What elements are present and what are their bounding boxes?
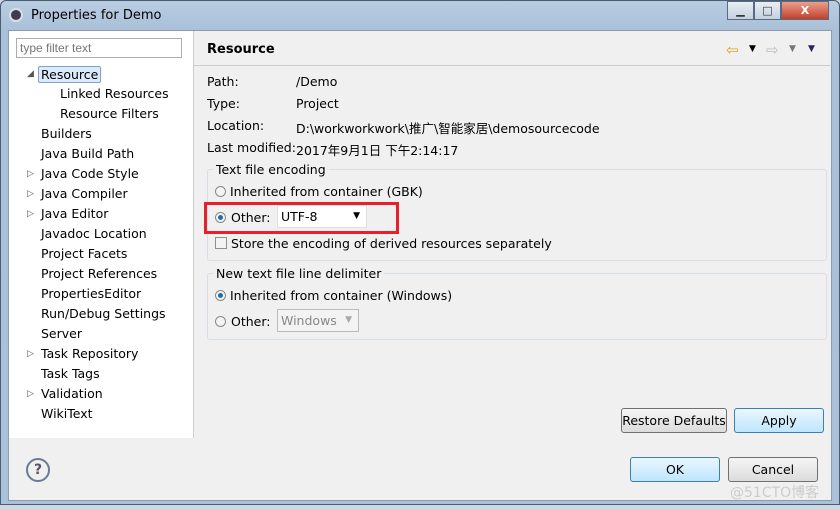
help-icon[interactable]: ? bbox=[26, 458, 50, 482]
collapsed-arrow-icon[interactable]: ▷ bbox=[27, 189, 34, 199]
restore-defaults-button[interactable]: Restore Defaults bbox=[621, 408, 727, 433]
tree-item[interactable]: WikiText bbox=[41, 406, 93, 421]
delimiter-other-label: Other: bbox=[231, 314, 271, 329]
minimize-button[interactable]: ▁ bbox=[727, 1, 754, 20]
close-button[interactable]: X bbox=[781, 1, 829, 20]
tree-item[interactable]: Java Compiler bbox=[41, 186, 128, 201]
info-label: Location: bbox=[207, 118, 265, 133]
tree-item[interactable]: Validation bbox=[41, 386, 103, 401]
delimiter-inherited-label: Inherited from container (Windows) bbox=[230, 288, 453, 303]
info-label: Path: bbox=[207, 74, 239, 89]
tree-item[interactable]: Project References bbox=[41, 266, 157, 281]
filter-input[interactable] bbox=[16, 38, 182, 58]
collapsed-arrow-icon[interactable]: ▷ bbox=[27, 209, 34, 219]
store-derived-checkbox[interactable] bbox=[215, 237, 227, 249]
info-value: D:\workworkwork\推广\智能家居\demosourcecode bbox=[296, 121, 600, 136]
view-menu-icon[interactable]: ▼ bbox=[808, 44, 815, 54]
highlight-box bbox=[204, 202, 399, 234]
chevron-down-icon: ▼ bbox=[345, 315, 352, 325]
info-value: /Demo bbox=[296, 74, 338, 89]
collapsed-arrow-icon[interactable]: ▷ bbox=[27, 169, 34, 179]
header-divider bbox=[194, 65, 830, 66]
delimiter-legend: New text file line delimiter bbox=[213, 266, 385, 281]
encoding-inherited-label: Inherited from container (GBK) bbox=[230, 184, 423, 199]
tree-item[interactable]: Builders bbox=[41, 126, 92, 141]
back-arrow-icon[interactable]: ⇦ bbox=[726, 41, 739, 59]
forward-menu-icon[interactable]: ▼ bbox=[789, 44, 796, 54]
store-derived-label: Store the encoding of derived resources … bbox=[231, 236, 552, 251]
ok-button[interactable]: OK bbox=[630, 457, 720, 482]
forward-arrow-icon[interactable]: ⇨ bbox=[766, 41, 779, 59]
eclipse-app-icon bbox=[9, 8, 23, 22]
tree-item[interactable]: Linked Resources bbox=[60, 86, 169, 101]
info-value: 2017年9月1日 下午2:14:17 bbox=[296, 143, 459, 158]
back-menu-icon[interactable]: ▼ bbox=[749, 44, 756, 54]
delimiter-select[interactable]: Windows ▼ bbox=[277, 309, 359, 332]
info-label: Type: bbox=[207, 96, 240, 111]
info-value: Project bbox=[296, 96, 339, 111]
tree-item[interactable]: Javadoc Location bbox=[41, 226, 147, 241]
tree-item[interactable]: Java Build Path bbox=[41, 146, 134, 161]
info-label: Last modified: bbox=[207, 140, 296, 155]
collapsed-arrow-icon[interactable]: ▷ bbox=[27, 389, 34, 399]
tree-item[interactable]: Resource Filters bbox=[60, 106, 159, 121]
tree-item[interactable]: Java Code Style bbox=[41, 166, 139, 181]
window-title: Properties for Demo bbox=[31, 8, 162, 23]
tree-item[interactable]: PropertiesEditor bbox=[41, 286, 141, 301]
apply-button[interactable]: Apply bbox=[734, 408, 824, 433]
tree-item[interactable]: Project Facets bbox=[41, 246, 127, 261]
tree-item[interactable]: Resource bbox=[38, 66, 102, 83]
tree-item[interactable]: Java Editor bbox=[41, 206, 108, 221]
delimiter-inherited-radio[interactable] bbox=[215, 290, 226, 301]
tree-item[interactable]: Task Repository bbox=[41, 346, 138, 361]
tree-item[interactable]: Task Tags bbox=[41, 366, 100, 381]
expanded-arrow-icon[interactable]: ◢ bbox=[27, 69, 34, 79]
delimiter-select-value: Windows bbox=[281, 313, 337, 328]
encoding-legend: Text file encoding bbox=[213, 162, 329, 177]
maximize-button[interactable]: □ bbox=[754, 1, 781, 20]
cancel-button[interactable]: Cancel bbox=[728, 457, 818, 482]
page-title: Resource bbox=[207, 42, 275, 57]
watermark: @51CTO博客 bbox=[730, 485, 820, 501]
delimiter-other-radio[interactable] bbox=[215, 316, 226, 327]
collapsed-arrow-icon[interactable]: ▷ bbox=[27, 349, 34, 359]
tree-item[interactable]: Run/Debug Settings bbox=[41, 306, 166, 321]
encoding-inherited-radio[interactable] bbox=[215, 186, 226, 197]
tree-item[interactable]: Server bbox=[41, 326, 82, 341]
